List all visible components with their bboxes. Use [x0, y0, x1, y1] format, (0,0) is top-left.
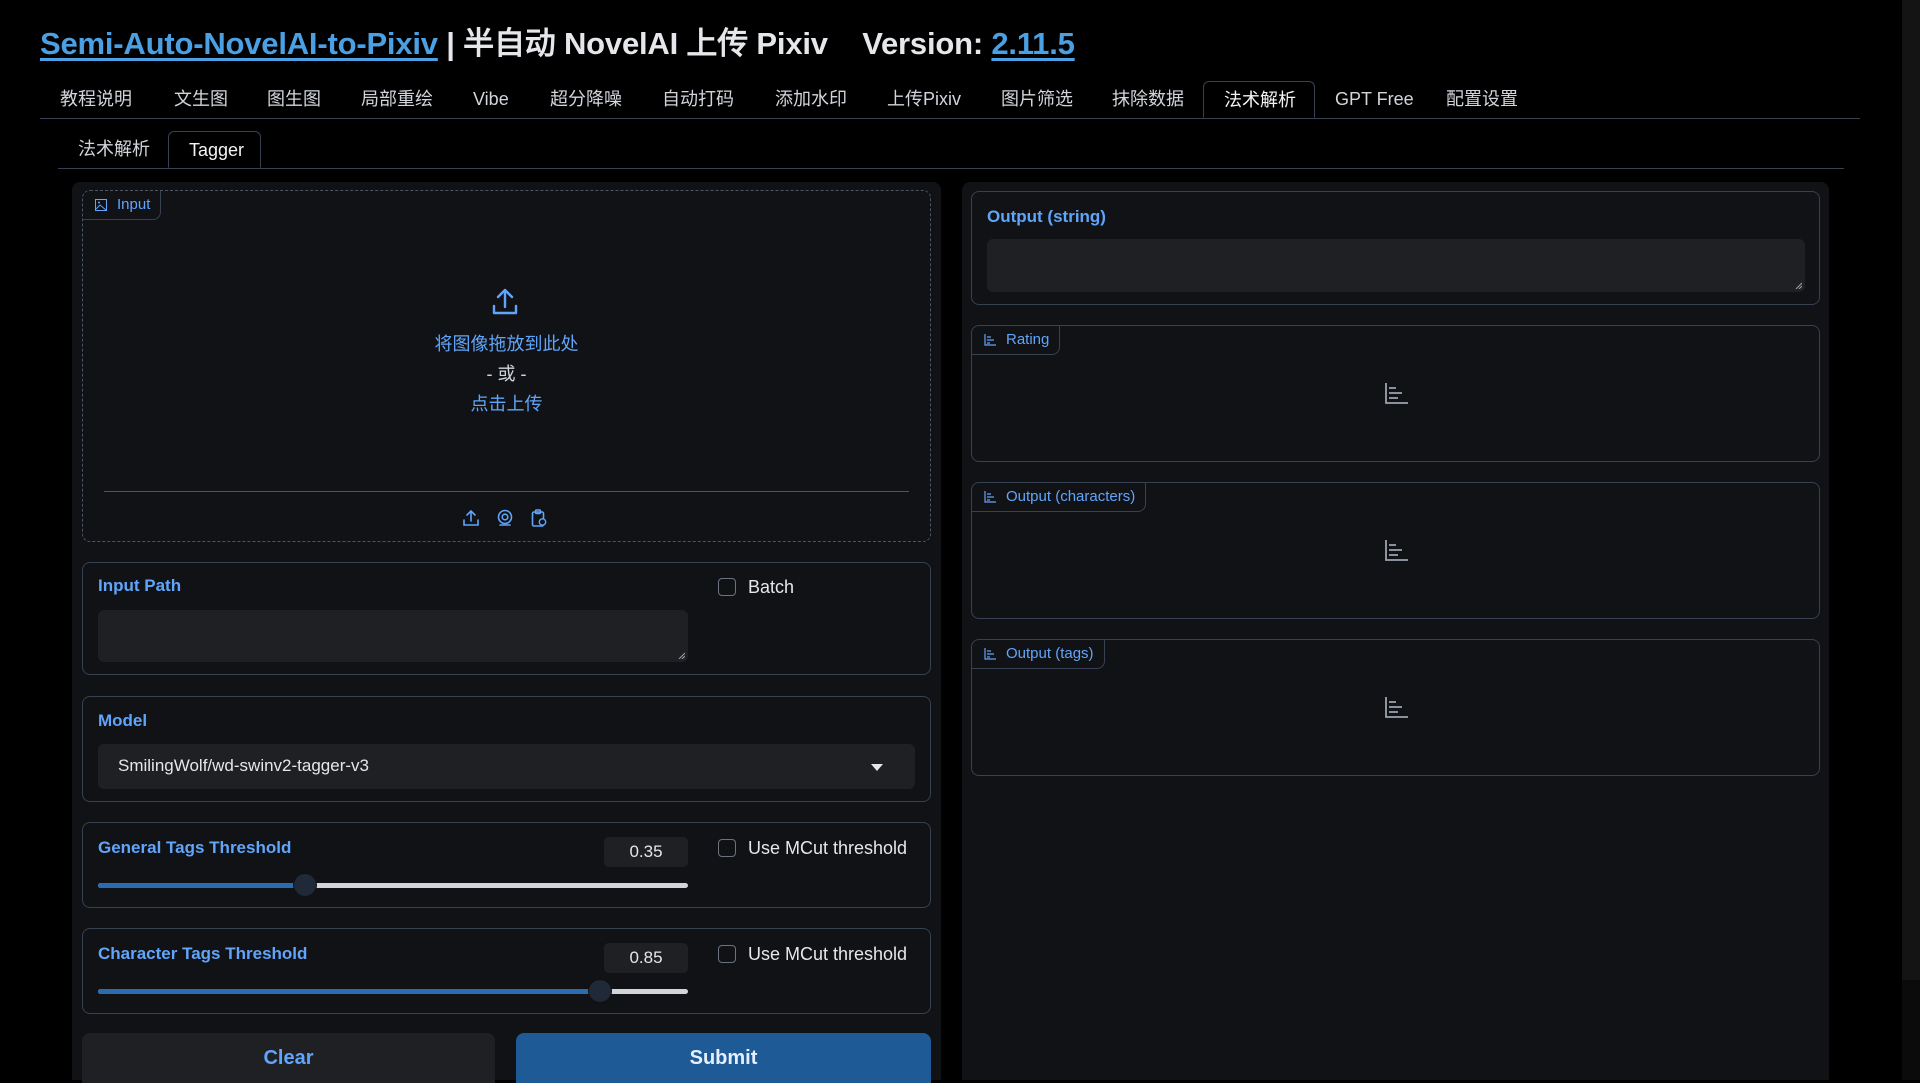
character-threshold-slider[interactable] [98, 979, 688, 1003]
label-placeholder-icon [1385, 540, 1408, 561]
subtab-tagger[interactable]: Tagger [168, 131, 261, 168]
or-text: - 或 - [486, 364, 527, 384]
tab-image-filter[interactable]: 图片筛选 [981, 81, 1093, 118]
tags-block: Output (tags) [971, 639, 1820, 776]
tab-tutorial[interactable]: 教程说明 [40, 81, 152, 118]
batch-label: Batch [748, 577, 795, 597]
general-mcut-checkbox[interactable] [718, 839, 736, 857]
input-path-textarea[interactable] [98, 610, 688, 662]
general-threshold-slider[interactable] [98, 873, 688, 897]
rating-label: Rating [1006, 331, 1050, 348]
label-placeholder-icon [1385, 697, 1408, 718]
characters-block: Output (characters) [971, 482, 1820, 619]
rating-label-chip: Rating [972, 326, 1061, 355]
title-separator: | [446, 26, 455, 61]
repo-link[interactable]: Semi-Auto-NovelAI-to-Pixiv [40, 26, 438, 61]
rating-block: Rating [971, 325, 1820, 462]
version-link[interactable]: 2.11.5 [991, 26, 1074, 61]
divider [104, 491, 909, 492]
webcam-icon[interactable] [496, 509, 514, 527]
character-mcut-label: Use MCut threshold [748, 944, 908, 964]
characters-label-chip: Output (characters) [972, 483, 1147, 512]
tab-upscale[interactable]: 超分降噪 [530, 81, 642, 118]
app-subtitle: 半自动 NovelAI 上传 Pixiv [463, 26, 828, 61]
input-path-label: Input Path [98, 576, 182, 595]
main-tab-bar: 教程说明 文生图 图生图 局部重绘 Vibe 超分降噪 自动打码 添加水印 上传… [40, 81, 1860, 119]
tab-erase-data[interactable]: 抹除数据 [1092, 81, 1204, 118]
chevron-down-icon [871, 764, 883, 771]
page-scrollbar[interactable] [1902, 0, 1920, 1080]
sub-tab-bar: 法术解析 Tagger [58, 131, 1844, 169]
general-threshold-block: General Tags Threshold 0.35 Use MCut thr… [82, 822, 931, 908]
clipboard-icon[interactable] [530, 509, 548, 527]
tags-label: Output (tags) [1006, 645, 1094, 662]
character-threshold-block: Character Tags Threshold 0.85 Use MCut t… [82, 928, 931, 1014]
tags-label-chip: Output (tags) [972, 640, 1105, 669]
characters-label: Output (characters) [1006, 488, 1136, 505]
tab-upload-pixiv[interactable]: 上传Pixiv [867, 81, 981, 118]
tab-spell-analysis[interactable]: 法术解析 [1203, 81, 1315, 118]
output-string-label: Output (string) [987, 207, 1106, 226]
character-threshold-label: Character Tags Threshold [98, 944, 308, 963]
tab-text-to-image[interactable]: 文生图 [154, 81, 248, 118]
click-upload-text[interactable]: 点击上传 [83, 390, 930, 416]
tab-image-to-image[interactable]: 图生图 [247, 81, 341, 118]
tab-watermark[interactable]: 添加水印 [755, 81, 867, 118]
bar-chart-icon [984, 491, 996, 503]
character-threshold-number[interactable]: 0.85 [604, 943, 688, 973]
image-upload-dropzone[interactable]: Input 将图像拖放到此处 - 或 - 点击上传 [82, 190, 931, 542]
image-icon [95, 199, 107, 211]
resize-handle-icon[interactable] [1794, 281, 1802, 289]
bar-chart-icon [984, 648, 996, 660]
tab-gpt-free[interactable]: GPT Free [1315, 81, 1434, 118]
tab-inpaint[interactable]: 局部重绘 [341, 81, 453, 118]
character-mcut-checkbox[interactable] [718, 945, 736, 963]
character-slider-fill [98, 989, 600, 994]
model-dropdown[interactable]: SmilingWolf/wd-swinv2-tagger-v3 [98, 744, 915, 789]
app-title: Semi-Auto-NovelAI-to-Pixiv | 半自动 NovelAI… [40, 18, 1075, 63]
clear-button[interactable]: Clear [82, 1033, 495, 1083]
input-path-block: Input Path Batch [82, 562, 931, 675]
tab-settings[interactable]: 配置设置 [1426, 81, 1538, 118]
subtab-spell-analysis[interactable]: 法术解析 [58, 131, 170, 168]
upload-source-icon[interactable] [462, 509, 480, 527]
bar-chart-icon [984, 334, 996, 346]
tab-auto-mosaic[interactable]: 自动打码 [642, 81, 754, 118]
model-label: Model [98, 711, 148, 730]
input-label: Input [117, 196, 151, 213]
general-threshold-number[interactable]: 0.35 [604, 837, 688, 867]
scrollbar-thumb[interactable] [1902, 0, 1920, 980]
upload-icon [492, 288, 518, 315]
general-slider-fill [98, 883, 305, 888]
character-slider-thumb[interactable] [587, 979, 612, 1003]
output-string-block: Output (string) [971, 191, 1820, 305]
batch-checkbox[interactable] [718, 578, 736, 596]
drop-hint: 将图像拖放到此处 [434, 334, 579, 354]
output-string-textarea[interactable] [987, 239, 1805, 292]
general-threshold-label: General Tags Threshold [98, 838, 292, 857]
tab-vibe[interactable]: Vibe [453, 81, 529, 118]
resize-handle-icon[interactable] [677, 651, 685, 659]
input-label-chip: Input [83, 191, 162, 220]
model-selected-value: SmilingWolf/wd-swinv2-tagger-v3 [118, 756, 369, 775]
label-placeholder-icon [1385, 383, 1408, 404]
submit-button[interactable]: Submit [516, 1033, 931, 1083]
output-panel [962, 182, 1829, 1080]
version-label: Version: [862, 26, 983, 61]
general-slider-thumb[interactable] [292, 873, 317, 897]
general-mcut-label: Use MCut threshold [748, 838, 908, 858]
